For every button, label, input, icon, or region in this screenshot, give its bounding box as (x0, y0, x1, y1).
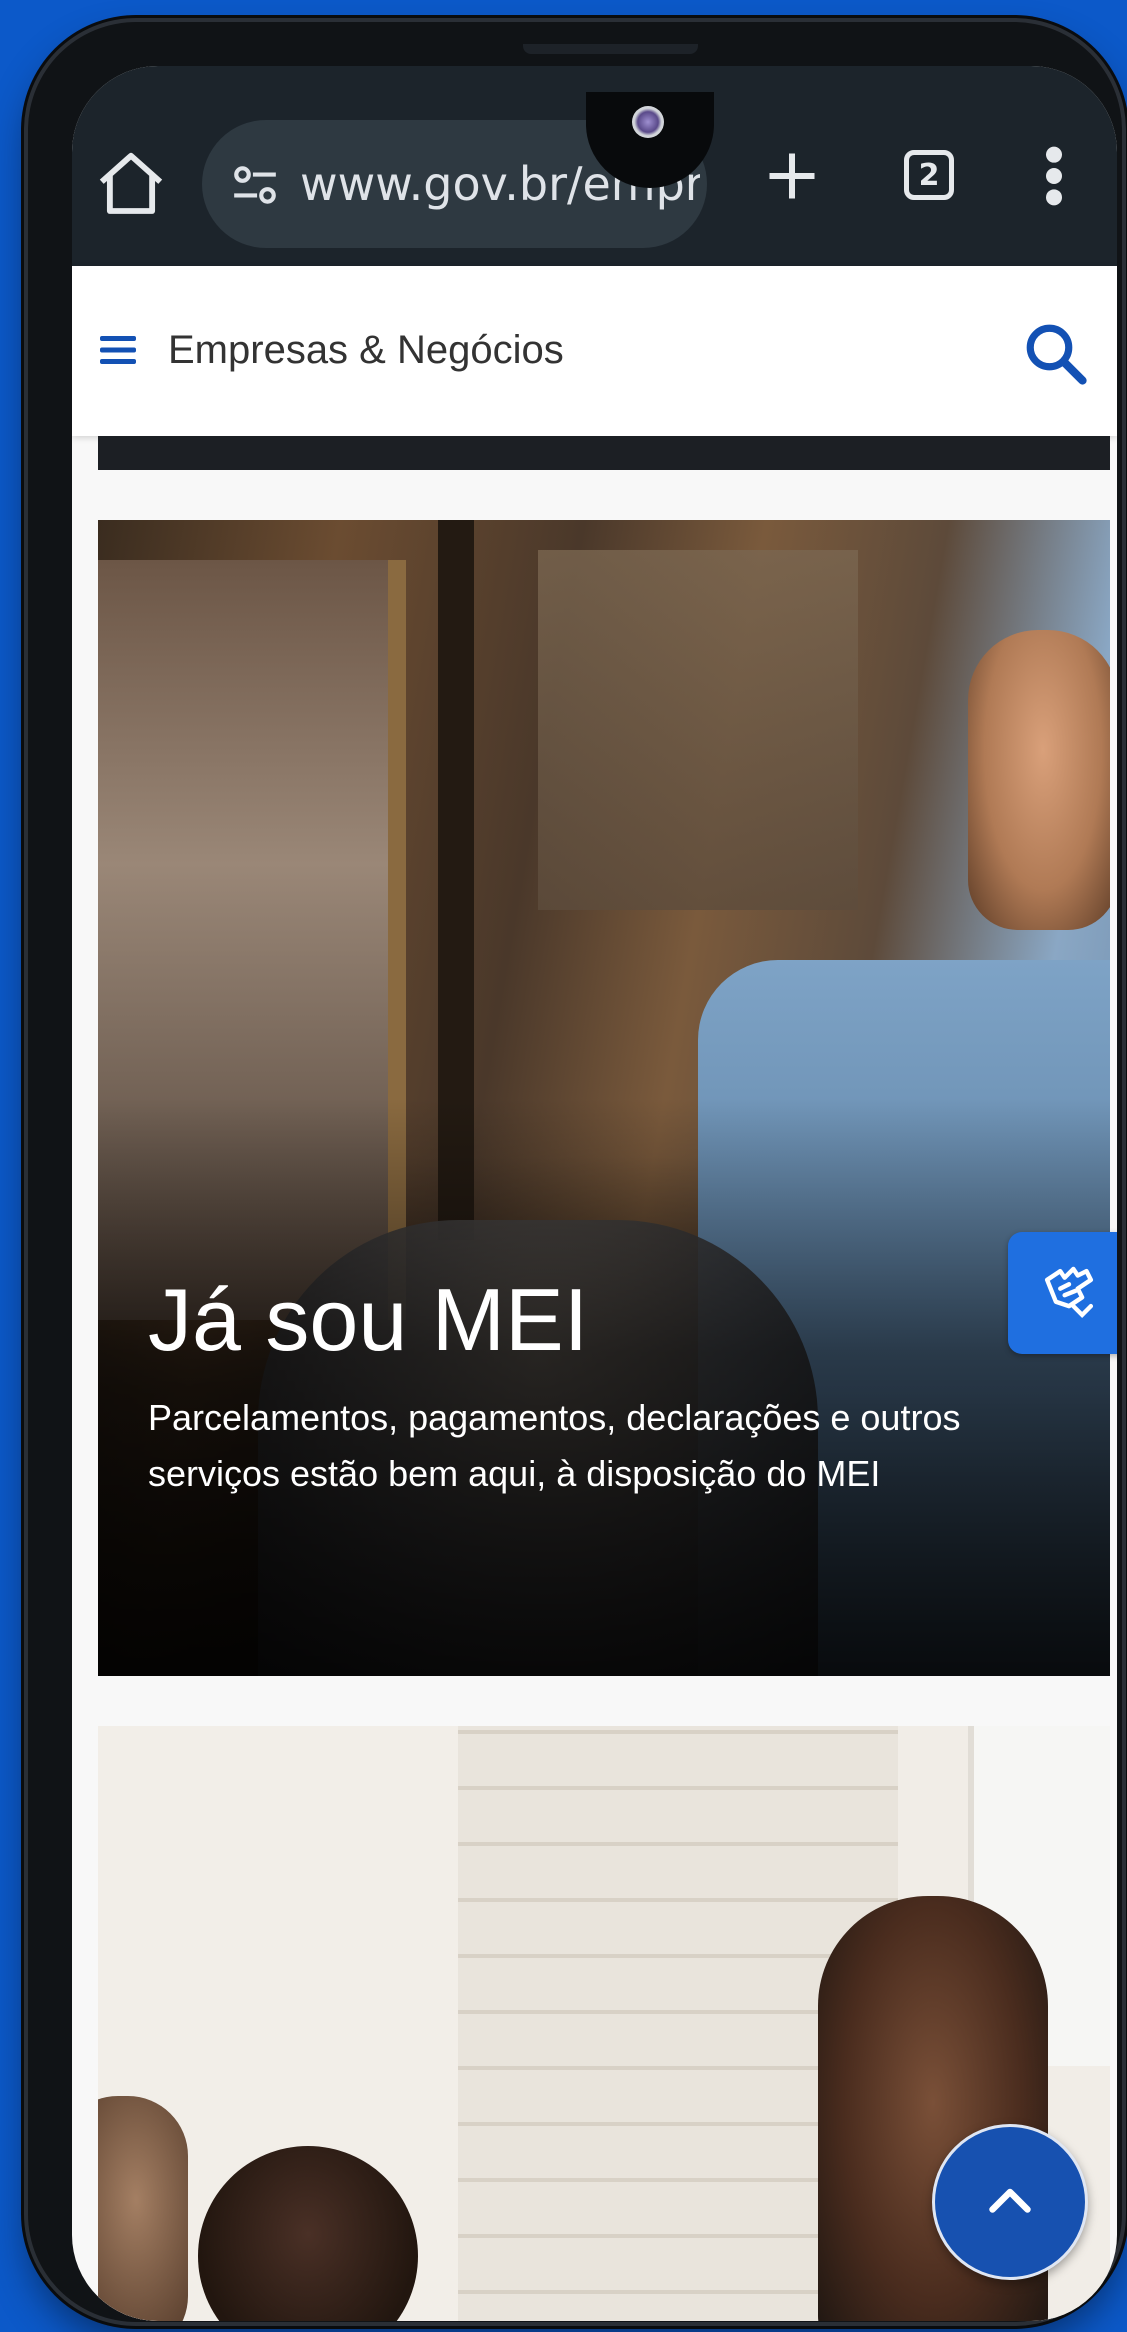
phone-screen: www.gov.br/empr 2 Empresas & Negócios Já… (72, 66, 1117, 2321)
vlibras-button[interactable] (1008, 1232, 1117, 1354)
home-icon[interactable] (92, 146, 170, 224)
card-overlay (98, 520, 1110, 1676)
chevron-up-icon (989, 2188, 1031, 2213)
more-options-icon[interactable] (1042, 144, 1066, 208)
previous-card-bottom (98, 436, 1110, 470)
scroll-to-top-button[interactable] (932, 2124, 1088, 2280)
earpiece (523, 44, 698, 54)
new-tab-icon[interactable] (762, 146, 822, 206)
card2-image-person-left (98, 2096, 188, 2321)
sign-language-icon (1044, 1266, 1094, 1318)
search-icon[interactable] (1022, 320, 1088, 386)
site-title[interactable]: Empresas & Negócios (168, 320, 564, 380)
site-header: Empresas & Negócios (72, 266, 1117, 436)
card-title: Já sou MEI (148, 1270, 589, 1369)
stage: www.gov.br/empr 2 Empresas & Negócios Já… (0, 0, 1127, 2332)
card-description: Parcelamentos, pagamentos, declarações e… (148, 1397, 961, 1494)
phone-frame: www.gov.br/empr 2 Empresas & Negócios Já… (28, 22, 1122, 2322)
tab-switcher-button[interactable]: 2 (904, 150, 954, 200)
tab-count: 2 (918, 157, 940, 193)
site-settings-icon[interactable] (230, 160, 280, 210)
card-ja-sou-mei[interactable]: Já sou MEI Parcelamentos, pagamentos, de… (98, 520, 1110, 1676)
browser-toolbar: www.gov.br/empr 2 (72, 66, 1117, 266)
hamburger-menu-icon[interactable] (100, 334, 136, 366)
